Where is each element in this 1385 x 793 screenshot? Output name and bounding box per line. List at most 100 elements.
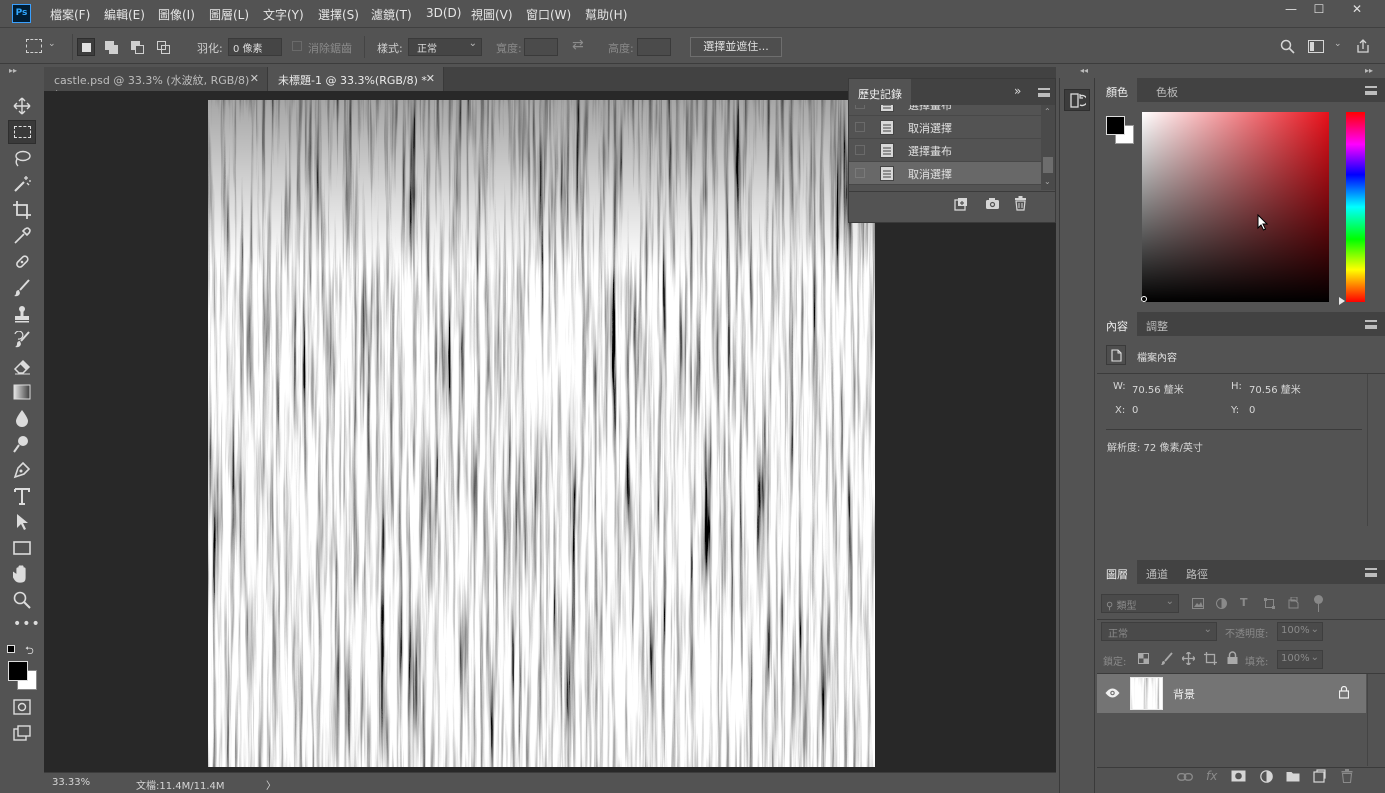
hue-slider[interactable] [1346, 112, 1365, 302]
filter-adjustment-icon[interactable] [1216, 598, 1227, 609]
panel-menu-icon[interactable] [1038, 88, 1050, 97]
color-picker-ring[interactable] [1141, 296, 1147, 302]
new-selection-button[interactable] [77, 38, 95, 56]
menu-view[interactable]: 視圖(V) [471, 6, 513, 23]
zoom-tool-icon[interactable] [13, 591, 31, 609]
opacity-input[interactable]: 100% ⌄ [1277, 622, 1323, 641]
gradient-tool-icon[interactable] [13, 383, 31, 401]
more-tools-icon[interactable]: ••• [13, 616, 41, 632]
filter-pixel-icon[interactable] [1192, 598, 1204, 609]
chevron-down-icon[interactable]: ⌄ [1334, 39, 1342, 49]
layer-effects-icon[interactable]: fx [1206, 769, 1217, 783]
zoom-level[interactable]: 33.33% [52, 777, 90, 788]
antialias-checkbox[interactable] [292, 41, 302, 51]
properties-scrollbar[interactable] [1367, 374, 1368, 526]
panel-menu-icon[interactable] [1365, 568, 1377, 577]
filter-type-icon[interactable]: T [1240, 596, 1248, 609]
panel-menu-icon[interactable] [1365, 86, 1377, 95]
new-document-from-state-icon[interactable] [954, 197, 969, 211]
new-layer-icon[interactable] [1313, 769, 1326, 783]
expand-toolbar-icon[interactable]: ▸▸ [9, 66, 17, 75]
intersect-selection-button[interactable] [155, 38, 173, 56]
menu-layer[interactable]: 圖層(L) [209, 6, 249, 23]
tab-history[interactable]: 歷史記錄 [849, 79, 911, 105]
scroll-thumb[interactable] [1043, 157, 1053, 173]
blend-mode-select[interactable]: 正常 ⌄ [1101, 622, 1217, 641]
screen-mode-icon[interactable] [13, 725, 31, 741]
adjustment-layer-icon[interactable] [1260, 770, 1273, 783]
width-value[interactable]: 70.56 釐米 [1132, 381, 1184, 396]
default-colors-icon[interactable] [7, 645, 15, 653]
link-layers-icon[interactable] [1177, 772, 1193, 782]
eraser-tool-icon[interactable] [13, 357, 31, 375]
hue-slider-handle[interactable] [1339, 297, 1345, 305]
tab-paths[interactable]: 路徑 [1177, 560, 1217, 584]
subtract-selection-button[interactable] [129, 38, 147, 56]
width-input[interactable] [524, 38, 558, 56]
lock-all-icon[interactable] [1227, 651, 1238, 665]
layer-name[interactable]: 背景 [1173, 686, 1195, 702]
foreground-color-swatch[interactable] [1106, 116, 1125, 135]
feather-input[interactable]: 0 像素 [228, 38, 282, 56]
style-select[interactable]: 正常 ⌄ [408, 38, 482, 56]
collapse-panel-icon[interactable]: » [1014, 84, 1021, 98]
search-icon[interactable] [1280, 39, 1295, 54]
dodge-tool-icon[interactable] [13, 435, 31, 453]
tab-untitled[interactable]: 未標題-1 @ 33.3%(RGB/8) * ✕ [268, 67, 444, 91]
lock-image-icon[interactable] [1160, 652, 1173, 665]
panel-menu-icon[interactable] [1365, 320, 1377, 329]
swap-colors-icon[interactable]: ⮌ [25, 642, 34, 661]
tab-channels[interactable]: 通道 [1137, 560, 1177, 584]
eyedropper-icon[interactable] [13, 227, 31, 245]
layer-filter-select[interactable]: ⚲ 類型 ⌄ [1101, 594, 1179, 613]
tab-castle[interactable]: castle.psd @ 33.3% (水波紋, RGB/8) * ✕ [44, 67, 268, 101]
lock-transparent-icon[interactable] [1138, 653, 1149, 664]
magic-wand-icon[interactable] [13, 175, 31, 193]
tab-properties[interactable]: 內容 [1097, 312, 1137, 336]
layer-row-background[interactable]: 背景 [1097, 674, 1366, 713]
menu-select[interactable]: 選擇(S) [318, 6, 359, 23]
eye-icon[interactable] [1105, 688, 1120, 698]
history-item[interactable]: 選擇畫布 [849, 139, 1041, 162]
tab-adjustments[interactable]: 調整 [1137, 312, 1177, 336]
menu-file[interactable]: 檔案(F) [50, 6, 90, 23]
trash-icon[interactable] [1014, 196, 1027, 211]
delete-layer-icon[interactable] [1341, 769, 1353, 783]
pen-tool-icon[interactable] [13, 461, 31, 479]
tab-color[interactable]: 顏色 [1097, 78, 1137, 102]
close-icon[interactable]: ✕ [426, 72, 435, 85]
swap-arrows-icon[interactable]: ⇄ [572, 37, 584, 53]
history-scrollbar[interactable]: ⌃ ⌄ [1041, 105, 1055, 190]
height-input[interactable] [637, 38, 671, 56]
share-icon[interactable] [1355, 38, 1371, 54]
filter-smart-object-icon[interactable] [1288, 597, 1299, 609]
move-tool-icon[interactable] [13, 97, 31, 115]
expand-panels-icon[interactable]: ▸▸ [1365, 66, 1373, 75]
history-brush-icon[interactable] [13, 331, 31, 349]
lock-artboard-icon[interactable] [1204, 652, 1217, 665]
x-value[interactable]: 0 [1132, 405, 1138, 416]
add-mask-icon[interactable] [1231, 770, 1246, 782]
lasso-tool-icon[interactable] [13, 149, 31, 167]
type-tool-icon[interactable] [13, 487, 31, 505]
menu-edit[interactable]: 編輯(E) [104, 6, 145, 23]
menu-window[interactable]: 窗口(W) [526, 6, 571, 23]
menu-type[interactable]: 文字(Y) [263, 6, 304, 23]
filter-toggle-icon[interactable] [1314, 595, 1323, 604]
marquee-preset-icon[interactable] [26, 39, 42, 53]
camera-icon[interactable] [985, 197, 1000, 210]
foreground-color-swatch[interactable] [8, 661, 28, 681]
document-canvas[interactable] [208, 100, 875, 767]
layers-scrollbar[interactable] [1367, 674, 1368, 766]
menu-3d[interactable]: 3D(D) [426, 6, 461, 20]
workspace-icon[interactable] [1308, 40, 1324, 53]
lock-position-icon[interactable] [1182, 652, 1195, 665]
select-and-mask-button[interactable]: 選擇並遮住... [690, 37, 782, 57]
y-value[interactable]: 0 [1249, 405, 1255, 416]
brush-tool-icon[interactable] [13, 279, 31, 297]
tab-layers[interactable]: 圖層 [1097, 560, 1137, 584]
menu-help[interactable]: 幫助(H) [585, 6, 627, 23]
new-group-icon[interactable] [1286, 770, 1300, 782]
healing-brush-icon[interactable] [13, 253, 31, 271]
history-item-selected[interactable]: 取消選擇 [849, 162, 1041, 185]
